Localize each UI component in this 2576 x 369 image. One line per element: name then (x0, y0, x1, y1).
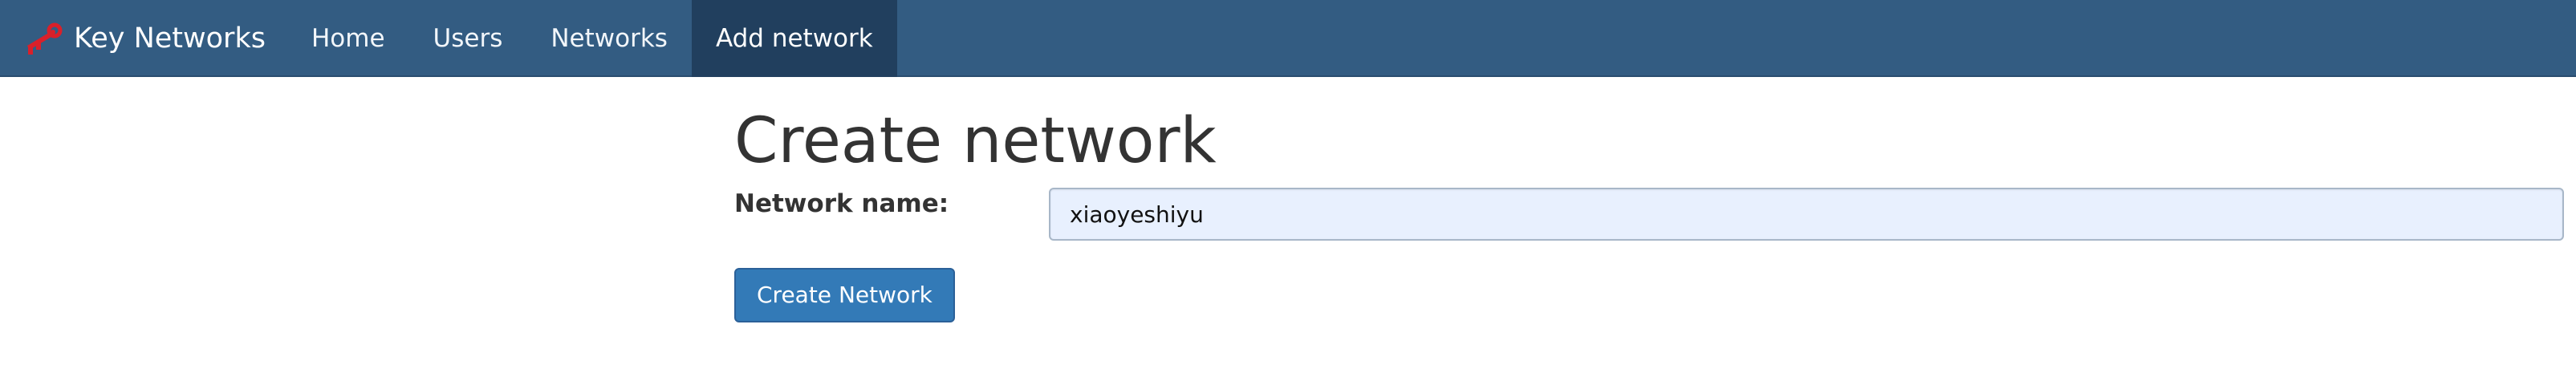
network-name-label: Network name: (734, 189, 949, 218)
page-title: Create network (734, 105, 1217, 177)
nav-item-home[interactable]: Home (287, 0, 409, 77)
nav-item-add-network[interactable]: Add network (691, 0, 897, 77)
top-navbar: Key Networks Home Users Networks Add net… (0, 0, 2576, 77)
key-icon (24, 22, 63, 55)
main-navigation: Home Users Networks Add network (287, 0, 897, 77)
brand-title: Key Networks (74, 22, 266, 55)
nav-item-users[interactable]: Users (409, 0, 527, 77)
create-network-button[interactable]: Create Network (734, 268, 955, 322)
brand-link[interactable]: Key Networks (24, 0, 266, 77)
network-name-input[interactable] (1049, 188, 2564, 241)
nav-item-networks[interactable]: Networks (526, 0, 692, 77)
